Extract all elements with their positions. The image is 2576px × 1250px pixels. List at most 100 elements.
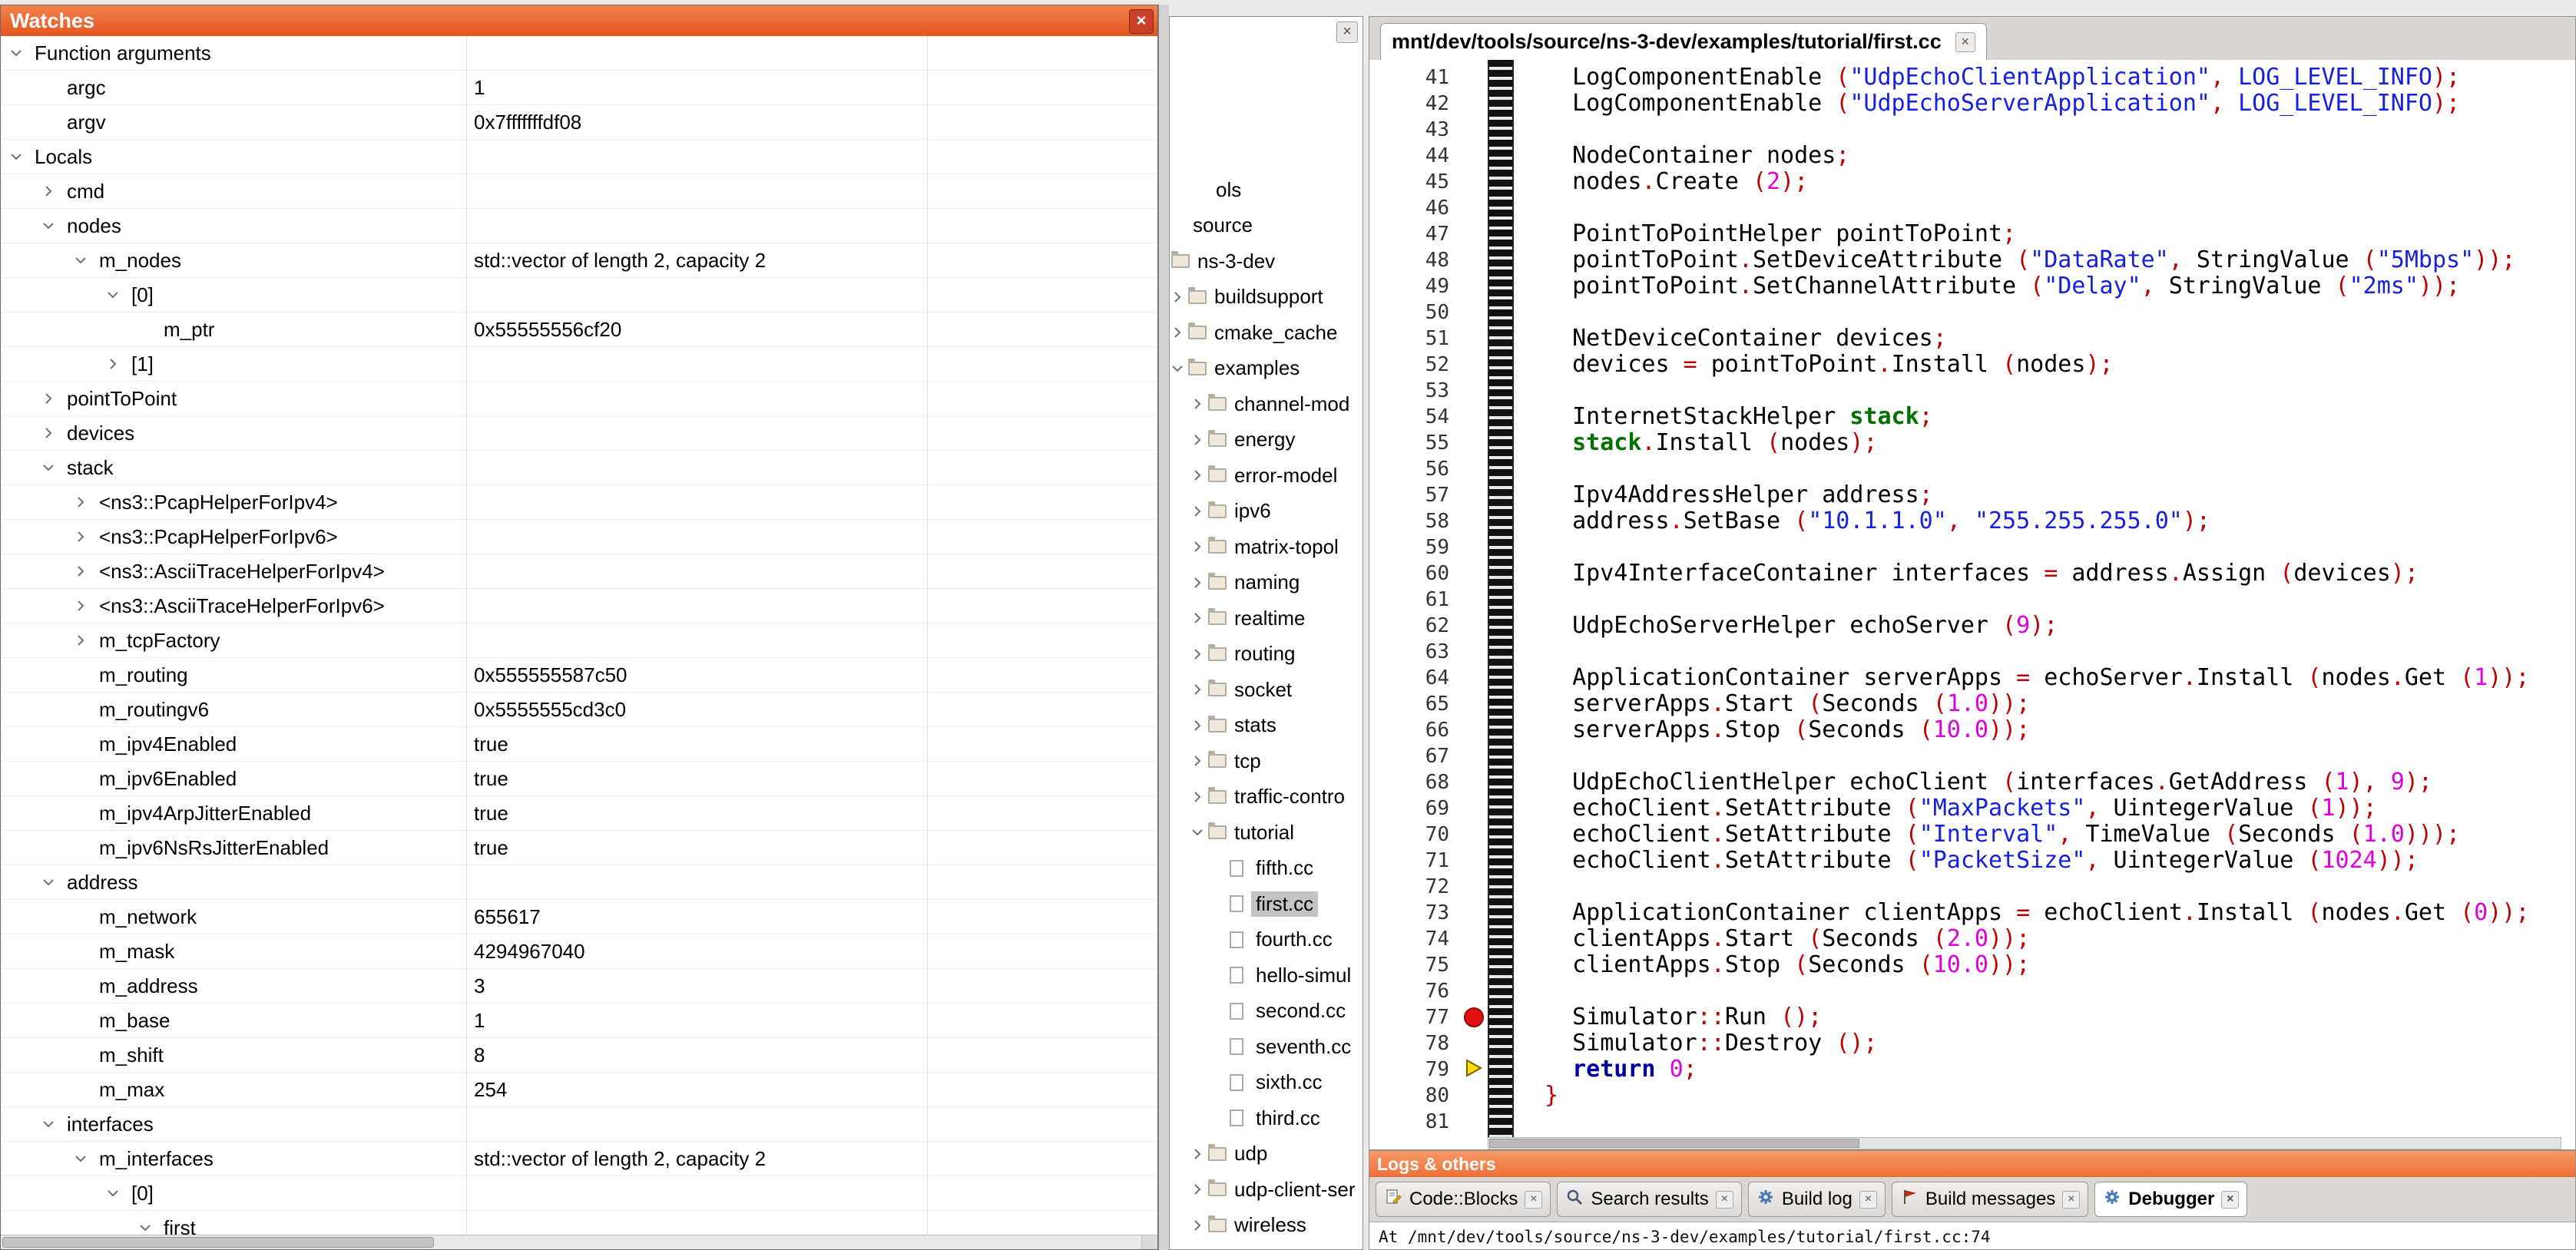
tree-item[interactable]: fifth.cc xyxy=(1170,851,1362,887)
tree-item[interactable]: naming xyxy=(1170,565,1362,601)
gutter-margin[interactable] xyxy=(1460,926,1488,952)
tree-item[interactable]: ipv6 xyxy=(1170,494,1362,530)
gutter-margin[interactable] xyxy=(1460,91,1488,117)
tree-item[interactable]: socket xyxy=(1170,672,1362,708)
tree-item[interactable]: channel-mod xyxy=(1170,386,1362,422)
tab-close-icon[interactable]: × xyxy=(2221,1191,2239,1209)
code-line[interactable]: 79 return 0; xyxy=(1369,1057,2575,1083)
expand-icon[interactable] xyxy=(1190,789,1208,805)
watch-row[interactable]: m_tcpFactory xyxy=(1,623,1157,658)
watch-row[interactable]: first xyxy=(1,1211,1157,1235)
expand-icon[interactable] xyxy=(73,598,99,613)
code-area[interactable]: 41 LogComponentEnable ("UdpEchoClientApp… xyxy=(1369,60,2575,1149)
tree-item[interactable]: wireless xyxy=(1170,1208,1362,1244)
logs-tab-code-blocks[interactable]: Code::Blocks× xyxy=(1376,1182,1551,1217)
expand-icon[interactable] xyxy=(1190,432,1208,448)
code-line[interactable]: 48 pointToPoint.SetDeviceAttribute ("Dat… xyxy=(1369,247,2575,273)
watch-row[interactable]: Function arguments xyxy=(1,36,1157,71)
panel-divider-strip[interactable] xyxy=(1158,5,1169,1250)
code-line[interactable]: 65 serverApps.Start (Seconds (1.0)); xyxy=(1369,691,2575,717)
collapse-icon[interactable] xyxy=(1170,361,1188,376)
code-line[interactable]: 77 Simulator::Run (); xyxy=(1369,1004,2575,1030)
code-line[interactable]: 60 Ipv4InterfaceContainer interfaces = a… xyxy=(1369,561,2575,587)
logs-tab-debugger[interactable]: Debugger× xyxy=(2094,1182,2247,1217)
tree-item[interactable]: error-model xyxy=(1170,458,1362,494)
tree-item[interactable]: first.cc xyxy=(1170,886,1362,922)
watch-row[interactable]: m_ipv6NsRsJitterEnabledtrue xyxy=(1,831,1157,865)
tab-close-icon[interactable]: × xyxy=(1859,1191,1877,1209)
gutter-margin[interactable] xyxy=(1460,326,1488,352)
tree-item[interactable]: udp-client-ser xyxy=(1170,1172,1362,1208)
watch-row[interactable]: argv0x7fffffffdf08 xyxy=(1,105,1157,140)
gutter-margin[interactable] xyxy=(1460,665,1488,691)
watch-row[interactable]: m_nodesstd::vector of length 2, capacity… xyxy=(1,243,1157,278)
tree-item[interactable]: traffic-contro xyxy=(1170,779,1362,815)
expand-icon[interactable] xyxy=(1190,468,1208,483)
gutter-margin[interactable] xyxy=(1460,1057,1488,1083)
projects-tree[interactable]: olssourcens-3-devbuildsupportcmake_cache… xyxy=(1170,172,1362,1243)
gutter-margin[interactable] xyxy=(1460,273,1488,299)
tree-item[interactable]: fourth.cc xyxy=(1170,922,1362,958)
watch-row[interactable]: m_interfacesstd::vector of length 2, cap… xyxy=(1,1142,1157,1176)
expand-icon[interactable] xyxy=(1190,646,1208,662)
code-line[interactable]: 47 PointToPointHelper pointToPoint; xyxy=(1369,221,2575,247)
gutter-margin[interactable] xyxy=(1460,1004,1488,1030)
gutter-margin[interactable] xyxy=(1460,352,1488,378)
collapse-icon[interactable] xyxy=(73,1151,99,1166)
watch-row[interactable]: nodes xyxy=(1,209,1157,243)
code-line[interactable]: 53 xyxy=(1369,378,2575,404)
code-line[interactable]: 67 xyxy=(1369,743,2575,769)
gutter-margin[interactable] xyxy=(1460,848,1488,874)
gutter-margin[interactable] xyxy=(1460,561,1488,587)
tree-item[interactable]: tcp xyxy=(1170,743,1362,779)
tree-item[interactable]: cmake_cache xyxy=(1170,315,1362,351)
code-line[interactable]: 41 LogComponentEnable ("UdpEchoClientApp… xyxy=(1369,64,2575,91)
breakpoint-icon[interactable] xyxy=(1464,1007,1484,1027)
watch-row[interactable]: [0] xyxy=(1,278,1157,312)
gutter-margin[interactable] xyxy=(1460,978,1488,1004)
expand-icon[interactable] xyxy=(1170,325,1188,340)
tree-item[interactable]: ols xyxy=(1170,172,1362,208)
gutter-margin[interactable] xyxy=(1460,378,1488,404)
gutter-margin[interactable] xyxy=(1460,691,1488,717)
editor-scrollbar-thumb[interactable] xyxy=(1489,1139,1859,1148)
editor-tab-close-icon[interactable]: × xyxy=(1955,32,1975,52)
watch-row[interactable]: [0] xyxy=(1,1176,1157,1211)
code-line[interactable]: 57 Ipv4AddressHelper address; xyxy=(1369,482,2575,508)
code-line[interactable]: 71 echoClient.SetAttribute ("PacketSize"… xyxy=(1369,848,2575,874)
watches-scrollbar-thumb[interactable] xyxy=(2,1237,434,1248)
expand-icon[interactable] xyxy=(1190,1146,1208,1162)
expand-icon[interactable] xyxy=(73,529,99,544)
gutter-margin[interactable] xyxy=(1460,169,1488,195)
collapse-icon[interactable] xyxy=(8,45,35,61)
gutter-margin[interactable] xyxy=(1460,717,1488,743)
code-line[interactable]: 51 NetDeviceContainer devices; xyxy=(1369,326,2575,352)
gutter-margin[interactable] xyxy=(1460,64,1488,91)
code-line[interactable]: 69 echoClient.SetAttribute ("MaxPackets"… xyxy=(1369,795,2575,822)
collapse-icon[interactable] xyxy=(73,253,99,268)
code-line[interactable]: 58 address.SetBase ("10.1.1.0", "255.255… xyxy=(1369,508,2575,534)
tree-item[interactable]: realtime xyxy=(1170,600,1362,637)
code-line[interactable]: 50 xyxy=(1369,299,2575,326)
gutter-margin[interactable] xyxy=(1460,143,1488,169)
watch-row[interactable]: interfaces xyxy=(1,1107,1157,1142)
expand-icon[interactable] xyxy=(1190,396,1208,412)
watches-tree[interactable]: Function argumentsargc1argv0x7fffffffdf0… xyxy=(1,36,1157,1235)
watch-row[interactable]: [1] xyxy=(1,347,1157,382)
watch-row[interactable]: m_routing0x555555587c50 xyxy=(1,658,1157,693)
logs-tab-search-results[interactable]: Search results× xyxy=(1557,1182,1741,1217)
watch-row[interactable]: m_routingv60x5555555cd3c0 xyxy=(1,693,1157,727)
gutter-margin[interactable] xyxy=(1460,456,1488,482)
expand-icon[interactable] xyxy=(1190,575,1208,590)
gutter-margin[interactable] xyxy=(1460,1083,1488,1109)
collapse-icon[interactable] xyxy=(41,875,67,890)
watch-row[interactable]: <ns3::AsciiTraceHelperForIpv4> xyxy=(1,554,1157,589)
expand-icon[interactable] xyxy=(1170,289,1188,305)
code-line[interactable]: 74 clientApps.Start (Seconds (2.0)); xyxy=(1369,926,2575,952)
collapse-icon[interactable] xyxy=(8,149,35,164)
code-line[interactable]: 49 pointToPoint.SetChannelAttribute ("De… xyxy=(1369,273,2575,299)
expand-icon[interactable] xyxy=(41,391,67,406)
gutter-margin[interactable] xyxy=(1460,1030,1488,1057)
code-line[interactable]: 46 xyxy=(1369,195,2575,221)
gutter-margin[interactable] xyxy=(1460,743,1488,769)
